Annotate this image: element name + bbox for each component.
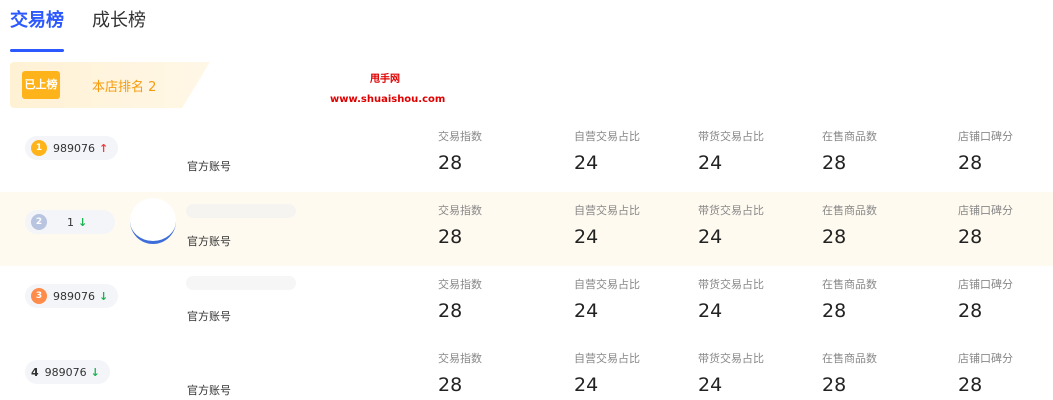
redacted-store-name bbox=[186, 276, 296, 290]
stat-store-reputation: 店铺口碑分 28 bbox=[958, 130, 1013, 176]
stat-label: 在售商品数 bbox=[822, 204, 877, 217]
stat-value: 24 bbox=[574, 374, 599, 396]
watermark-line1: 甩手网 bbox=[370, 74, 400, 85]
trend-up-icon: ↑ bbox=[99, 141, 109, 155]
stat-label: 店铺口碑分 bbox=[958, 204, 1013, 217]
stat-label: 自营交易占比 bbox=[574, 278, 640, 291]
rank-score: 989076 bbox=[53, 289, 95, 303]
store-avatar bbox=[130, 198, 176, 244]
stat-self-trade-ratio: 自营交易占比 24 bbox=[574, 278, 640, 324]
official-account-label: 官方账号 bbox=[187, 310, 231, 323]
stat-label: 带货交易占比 bbox=[698, 352, 764, 365]
stat-self-trade-ratio: 自营交易占比 24 bbox=[574, 130, 640, 176]
stat-value: 28 bbox=[958, 226, 983, 248]
stat-value: 28 bbox=[438, 300, 463, 322]
stat-value: 24 bbox=[574, 226, 599, 248]
stat-store-reputation: 店铺口碑分 28 bbox=[958, 352, 1013, 398]
stat-products-on-sale: 在售商品数 28 bbox=[822, 278, 877, 324]
stat-value: 28 bbox=[822, 374, 847, 396]
ranking-row[interactable]: 3 989076 ↓ 官方账号 交易指数 28 自营交易占比 24 带货交易占比… bbox=[0, 272, 1053, 346]
stat-value: 24 bbox=[698, 300, 723, 322]
ranking-row-current-store[interactable]: 2 1 ↓ 官方账号 交易指数 28 自营交易占比 24 带货交易占比 24 在… bbox=[0, 192, 1053, 266]
rank-score: 989076 bbox=[53, 141, 95, 155]
official-account-label: 官方账号 bbox=[187, 235, 231, 248]
stat-label: 店铺口碑分 bbox=[958, 130, 1013, 143]
stat-self-trade-ratio: 自营交易占比 24 bbox=[574, 352, 640, 398]
trend-down-icon: ↓ bbox=[90, 365, 100, 379]
stat-label: 店铺口碑分 bbox=[958, 278, 1013, 291]
stat-label: 交易指数 bbox=[438, 278, 482, 291]
stat-label: 带货交易占比 bbox=[698, 204, 764, 217]
store-rank-text: 本店排名 2 bbox=[92, 80, 157, 95]
stat-value: 28 bbox=[958, 374, 983, 396]
rank-score-badge: 1 989076 ↑ bbox=[25, 136, 119, 160]
stat-affiliate-trade-ratio: 带货交易占比 24 bbox=[698, 204, 764, 250]
rank-score: 989076 bbox=[44, 365, 87, 379]
stat-affiliate-trade-ratio: 带货交易占比 24 bbox=[698, 130, 764, 176]
stat-value: 28 bbox=[438, 374, 463, 396]
stat-products-on-sale: 在售商品数 28 bbox=[822, 130, 877, 176]
ranking-row[interactable]: 1 989076 ↑ 官方账号 交易指数 28 自营交易占比 24 带货交易占比… bbox=[0, 124, 1053, 198]
trend-down-icon: ↓ bbox=[78, 215, 88, 229]
rank-score-badge: 4 989076 ↓ bbox=[25, 360, 110, 384]
official-account-label: 官方账号 bbox=[187, 384, 231, 397]
tab-growth-ranking[interactable]: 成长榜 bbox=[92, 8, 146, 44]
stat-value: 28 bbox=[958, 300, 983, 322]
stat-label: 自营交易占比 bbox=[574, 352, 640, 365]
stat-label: 在售商品数 bbox=[822, 352, 877, 365]
leaderboard-tabs: 交易榜 成长榜 bbox=[10, 8, 174, 52]
stat-trade-index: 交易指数 28 bbox=[438, 130, 482, 176]
stat-value: 24 bbox=[698, 152, 723, 174]
stat-label: 带货交易占比 bbox=[698, 130, 764, 143]
stat-label: 在售商品数 bbox=[822, 278, 877, 291]
stat-label: 交易指数 bbox=[438, 352, 482, 365]
stat-affiliate-trade-ratio: 带货交易占比 24 bbox=[698, 278, 764, 324]
stat-products-on-sale: 在售商品数 28 bbox=[822, 204, 877, 250]
stat-self-trade-ratio: 自营交易占比 24 bbox=[574, 204, 640, 250]
stat-value: 24 bbox=[698, 374, 723, 396]
stat-label: 带货交易占比 bbox=[698, 278, 764, 291]
rank-score-badge: 3 989076 ↓ bbox=[25, 284, 119, 308]
rank-score: 1 bbox=[67, 215, 74, 229]
stat-label: 在售商品数 bbox=[822, 130, 877, 143]
ranked-badge: 已上榜 bbox=[22, 71, 60, 99]
rank-score-badge: 2 1 ↓ bbox=[25, 210, 115, 234]
rank-number: 4 bbox=[31, 365, 39, 379]
stat-affiliate-trade-ratio: 带货交易占比 24 bbox=[698, 352, 764, 398]
stat-trade-index: 交易指数 28 bbox=[438, 278, 482, 324]
gold-medal-icon: 1 bbox=[31, 140, 47, 156]
stat-value: 24 bbox=[698, 226, 723, 248]
store-rank-banner: 已上榜 本店排名 2 bbox=[10, 62, 210, 108]
stat-value: 24 bbox=[574, 152, 599, 174]
stat-value: 28 bbox=[438, 152, 463, 174]
stat-value: 28 bbox=[438, 226, 463, 248]
stat-value: 28 bbox=[958, 152, 983, 174]
watermark-line2: www.shuaishou.com bbox=[330, 94, 446, 105]
stat-label: 自营交易占比 bbox=[574, 130, 640, 143]
stat-label: 店铺口碑分 bbox=[958, 352, 1013, 365]
stat-value: 24 bbox=[574, 300, 599, 322]
official-account-label: 官方账号 bbox=[187, 160, 231, 173]
stat-store-reputation: 店铺口碑分 28 bbox=[958, 204, 1013, 250]
redacted-store-name bbox=[186, 204, 296, 218]
silver-medal-icon: 2 bbox=[31, 214, 47, 230]
stat-trade-index: 交易指数 28 bbox=[438, 204, 482, 250]
bronze-medal-icon: 3 bbox=[31, 288, 47, 304]
stat-label: 自营交易占比 bbox=[574, 204, 640, 217]
stat-label: 交易指数 bbox=[438, 130, 482, 143]
stat-value: 28 bbox=[822, 152, 847, 174]
stat-label: 交易指数 bbox=[438, 204, 482, 217]
watermark: 甩手网 www.shuaishou.com bbox=[330, 70, 446, 110]
stat-store-reputation: 店铺口碑分 28 bbox=[958, 278, 1013, 324]
tab-trade-ranking[interactable]: 交易榜 bbox=[10, 8, 64, 52]
trend-down-icon: ↓ bbox=[99, 289, 109, 303]
stat-value: 28 bbox=[822, 300, 847, 322]
stat-trade-index: 交易指数 28 bbox=[438, 352, 482, 398]
stat-products-on-sale: 在售商品数 28 bbox=[822, 352, 877, 398]
ranking-row[interactable]: 4 989076 ↓ 官方账号 交易指数 28 自营交易占比 24 带货交易占比… bbox=[0, 346, 1053, 400]
stat-value: 28 bbox=[822, 226, 847, 248]
